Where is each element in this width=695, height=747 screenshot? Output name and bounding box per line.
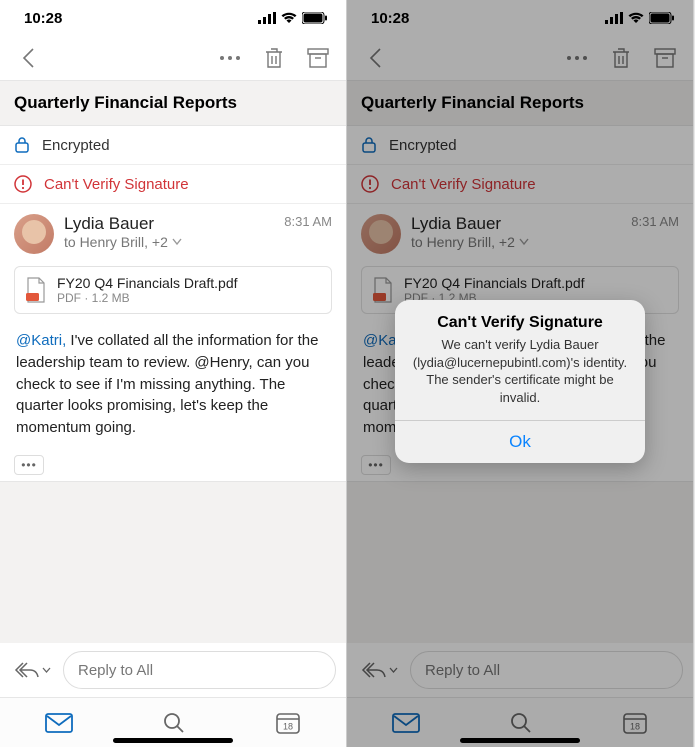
toolbar	[347, 36, 693, 80]
mail-icon	[45, 713, 73, 733]
reply-input[interactable]: Reply to All	[63, 651, 336, 689]
toolbar	[0, 36, 346, 80]
status-time: 10:28	[371, 10, 409, 27]
reply-mode-button[interactable]	[10, 661, 55, 679]
message-body: @Katri, I've collated all the informatio…	[0, 320, 346, 449]
sender-block[interactable]: Lydia Bauer to Henry Brill, +2 8:31 AM	[0, 204, 346, 260]
reply-all-icon	[14, 661, 40, 679]
alert-dialog: Can't Verify Signature We can't verify L…	[395, 300, 645, 463]
sender-to: to Henry Brill, +2	[64, 234, 274, 250]
alert-title: Can't Verify Signature	[395, 300, 645, 336]
phone-left: 10:28 Quarterly Financial Reports Encryp…	[0, 0, 347, 747]
wifi-icon	[628, 12, 644, 24]
calendar-icon: 18	[622, 711, 648, 735]
delete-button[interactable]	[256, 40, 292, 76]
expand-quote-button[interactable]: •••	[14, 455, 44, 475]
tab-search[interactable]	[162, 711, 186, 735]
reply-mode-button[interactable]	[357, 661, 402, 679]
attachment-name: FY20 Q4 Financials Draft.pdf	[404, 275, 585, 291]
reply-bar: Reply to All	[347, 643, 693, 697]
subject: Quarterly Financial Reports	[0, 80, 346, 126]
status-icons	[258, 12, 328, 24]
spacer	[0, 481, 346, 643]
more-button[interactable]	[559, 40, 595, 76]
message-time: 8:31 AM	[284, 214, 332, 229]
mail-icon	[392, 713, 420, 733]
wifi-icon	[281, 12, 297, 24]
sender-name: Lydia Bauer	[64, 214, 274, 234]
home-indicator[interactable]	[113, 738, 233, 743]
warning-label: Can't Verify Signature	[391, 176, 536, 193]
chevron-down-icon[interactable]	[172, 238, 182, 246]
pdf-icon	[372, 277, 394, 303]
warning-label: Can't Verify Signature	[44, 176, 189, 193]
encrypted-row[interactable]: Encrypted	[347, 126, 693, 165]
status-time: 10:28	[24, 10, 62, 27]
tab-mail[interactable]	[45, 713, 73, 733]
home-indicator[interactable]	[460, 738, 580, 743]
back-button[interactable]	[357, 40, 393, 76]
lock-icon	[14, 136, 30, 154]
signal-icon	[258, 12, 276, 24]
delete-button[interactable]	[603, 40, 639, 76]
chevron-down-icon	[389, 667, 398, 674]
tab-search[interactable]	[509, 711, 533, 735]
signature-warning-row[interactable]: Can't Verify Signature	[0, 165, 346, 204]
battery-icon	[302, 12, 328, 24]
calendar-icon: 18	[275, 711, 301, 735]
status-icons	[605, 12, 675, 24]
back-button[interactable]	[10, 40, 46, 76]
encrypted-label: Encrypted	[42, 137, 110, 154]
archive-button[interactable]	[300, 40, 336, 76]
tab-calendar[interactable]: 18	[622, 711, 648, 735]
encrypted-row[interactable]: Encrypted	[0, 126, 346, 165]
reply-input[interactable]: Reply to All	[410, 651, 683, 689]
expand-quote-button[interactable]: •••	[361, 455, 391, 475]
tab-calendar[interactable]: 18	[275, 711, 301, 735]
avatar	[14, 214, 54, 254]
signature-warning-row[interactable]: Can't Verify Signature	[347, 165, 693, 204]
avatar	[361, 214, 401, 254]
battery-icon	[649, 12, 675, 24]
tab-mail[interactable]	[392, 713, 420, 733]
chevron-down-icon[interactable]	[519, 238, 529, 246]
status-bar: 10:28	[347, 0, 693, 36]
reply-bar: Reply to All	[0, 643, 346, 697]
attachment[interactable]: FY20 Q4 Financials Draft.pdf PDF · 1.2 M…	[14, 266, 332, 314]
sender-name: Lydia Bauer	[411, 214, 621, 234]
attachment-name: FY20 Q4 Financials Draft.pdf	[57, 275, 238, 291]
signal-icon	[605, 12, 623, 24]
mention[interactable]: @Katri,	[16, 332, 66, 349]
alert-ok-button[interactable]: Ok	[395, 420, 645, 463]
archive-button[interactable]	[647, 40, 683, 76]
alert-message: We can't verify Lydia Bauer (lydia@lucer…	[395, 336, 645, 420]
sender-to: to Henry Brill, +2	[411, 234, 621, 250]
status-bar: 10:28	[0, 0, 346, 36]
sender-block[interactable]: Lydia Bauer to Henry Brill, +2 8:31 AM	[347, 204, 693, 260]
reply-all-icon	[361, 661, 387, 679]
pdf-icon	[25, 277, 47, 303]
more-button[interactable]	[212, 40, 248, 76]
alert-icon	[14, 175, 32, 193]
lock-icon	[361, 136, 377, 154]
alert-icon	[361, 175, 379, 193]
encrypted-label: Encrypted	[389, 137, 457, 154]
spacer	[347, 481, 693, 643]
phone-right: 10:28 Quarterly Financial Reports Encryp…	[347, 0, 694, 747]
subject: Quarterly Financial Reports	[347, 80, 693, 126]
svg-text:18: 18	[630, 721, 640, 731]
message-time: 8:31 AM	[631, 214, 679, 229]
chevron-down-icon	[42, 667, 51, 674]
svg-text:18: 18	[283, 721, 293, 731]
attachment-meta: PDF · 1.2 MB	[57, 291, 238, 305]
search-icon	[162, 711, 186, 735]
search-icon	[509, 711, 533, 735]
